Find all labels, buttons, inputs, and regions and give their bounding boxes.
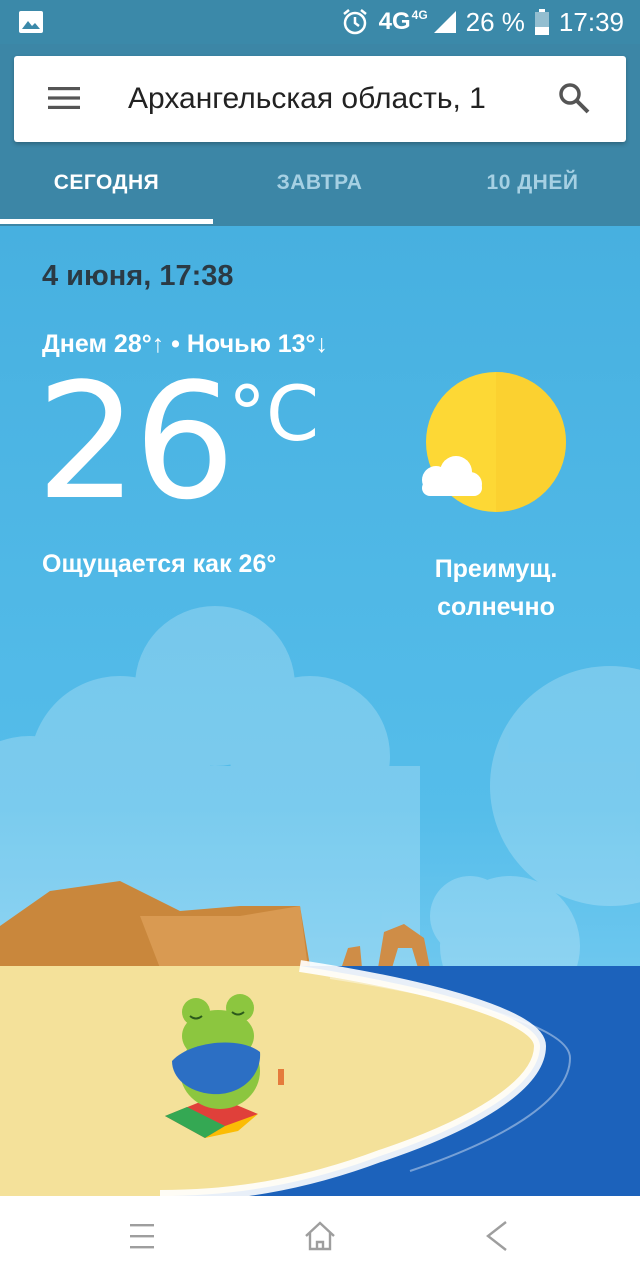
battery-icon	[534, 9, 549, 35]
tab-10-days[interactable]: 10 ДНЕЙ	[426, 160, 639, 224]
active-tab-indicator	[0, 219, 213, 224]
tab-bar: СЕГОДНЯ ЗАВТРА 10 ДНЕЙ	[0, 160, 640, 224]
network-type: 4G 4G	[378, 8, 428, 35]
battery-percent: 26 %	[465, 6, 525, 37]
partly-sunny-icon	[422, 372, 566, 512]
weather-panel: 4 июня, 17:38 Днем 28°↑ • Ночью 13°↓ 26 …	[0, 226, 640, 1196]
back-icon[interactable]	[478, 1216, 518, 1256]
condition-line-1: Преимущ.	[434, 555, 558, 583]
search-icon[interactable]	[558, 82, 590, 114]
status-bar: 4G 4G 26 % 17:39	[0, 0, 640, 44]
weather-condition: Преимущ. солнечно	[406, 550, 586, 626]
feels-like: Ощущается как 26°	[42, 550, 277, 578]
tab-today[interactable]: СЕГОДНЯ	[0, 160, 213, 224]
current-temperature: 26	[36, 348, 236, 535]
recent-apps-icon[interactable]	[122, 1216, 162, 1256]
alarm-icon	[342, 9, 367, 35]
gallery-icon	[19, 11, 43, 33]
signal-icon	[433, 11, 456, 33]
temperature-unit: °C	[228, 369, 320, 458]
condition-line-2: солнечно	[437, 593, 555, 621]
tab-tomorrow[interactable]: ЗАВТРА	[213, 160, 426, 224]
clock: 17:39	[558, 6, 624, 37]
location-text[interactable]: Архангельская область, 1	[128, 82, 528, 118]
date-time: 4 июня, 17:38	[42, 260, 234, 292]
search-bar[interactable]: Архангельская область, 1	[14, 56, 626, 142]
home-icon[interactable]	[300, 1216, 340, 1256]
navigation-bar	[0, 1196, 640, 1280]
menu-icon[interactable]	[48, 84, 80, 112]
